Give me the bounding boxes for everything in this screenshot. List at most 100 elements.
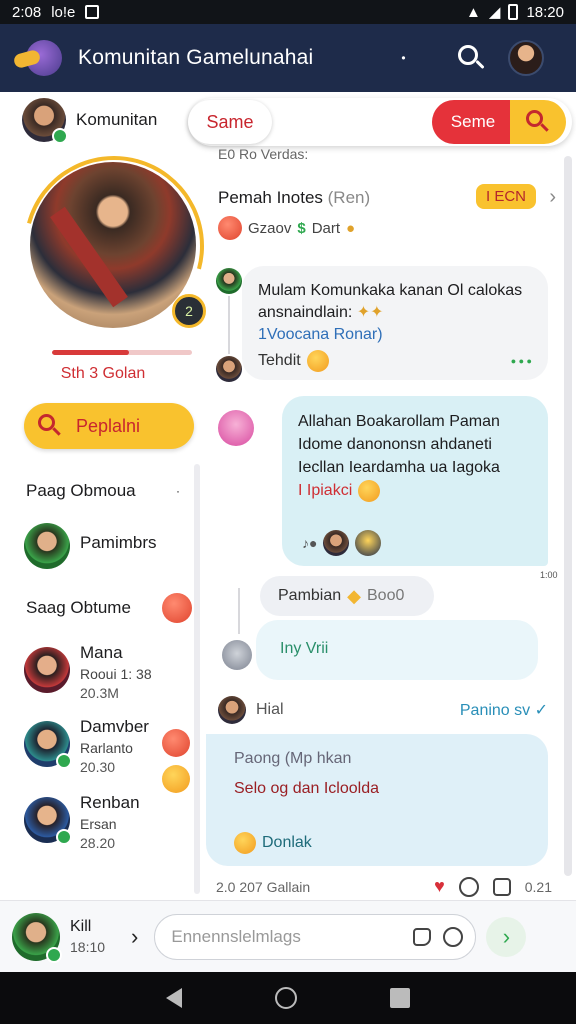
reply-link[interactable]: Panino sv ✓ xyxy=(460,700,548,720)
search-icon xyxy=(38,414,62,438)
section-header: Saag Obtume xyxy=(0,593,206,623)
message-bubble[interactable]: Allahan Boakarollam Paman Idome danonons… xyxy=(282,396,548,566)
avatar xyxy=(24,523,70,569)
message-text: Mulam Komunkaka kanan Ol calokas xyxy=(258,282,523,299)
message-bubble[interactable]: Iny Vrii xyxy=(256,620,538,680)
wifi-icon: ▲ xyxy=(466,3,481,21)
message-bubble[interactable]: Paong (Mp hkan Selo og dan Icloolda Donl… xyxy=(206,734,548,866)
contact-subtitle: Ersan xyxy=(80,816,117,832)
copy-icon[interactable] xyxy=(492,877,511,896)
message-input[interactable]: Ennennslelmlags xyxy=(154,913,477,960)
list-item[interactable]: Damvber Rarlanto 20.30 xyxy=(0,717,206,793)
scrollbar[interactable] xyxy=(564,156,572,876)
hero-avatar xyxy=(30,162,196,328)
contact-time: 20.3M xyxy=(80,685,119,701)
sub-header: E0 Ro Verdas: xyxy=(218,146,309,162)
chevron-right-icon[interactable]: › xyxy=(131,924,138,950)
search-button[interactable]: Peplalni xyxy=(24,403,194,449)
avatar xyxy=(216,356,242,382)
contact-name: Damvber xyxy=(80,717,149,736)
message-text: Paong (Mp hkan xyxy=(234,750,352,767)
smile-emoji-icon xyxy=(162,765,190,793)
status-carrier: lo!e xyxy=(51,3,76,21)
app-logo[interactable] xyxy=(12,36,68,80)
contact-name: Mana xyxy=(80,643,123,662)
reactions[interactable]: ♪● xyxy=(302,530,382,556)
message-text: Idome danononsn ahdaneti xyxy=(298,436,492,453)
message-text: Selo og dan Icloolda xyxy=(234,780,379,797)
avatar xyxy=(222,640,252,670)
contact-name: Pamimbrs xyxy=(80,533,157,552)
diamond-icon: ◆ xyxy=(347,585,361,606)
message-row-header: Hial Panino sv ✓ xyxy=(218,696,548,724)
more-icon[interactable]: · xyxy=(176,484,180,498)
monkey-emoji-icon[interactable] xyxy=(162,593,192,623)
system-nav-bar xyxy=(0,972,576,1024)
meta-label: Dart xyxy=(311,219,341,237)
message-bubble[interactable]: Pambian ◆ Boo0 xyxy=(260,576,434,616)
section-title: Paag Obmoua xyxy=(26,481,136,500)
heart-icon[interactable]: ♥ xyxy=(434,876,445,897)
emoji-icon[interactable] xyxy=(443,926,464,947)
scrollbar[interactable] xyxy=(194,464,200,894)
xp-progress xyxy=(52,350,192,355)
dropdown-caret-icon[interactable]: • xyxy=(401,51,405,65)
list-item[interactable]: Mana Rooui 1: 38 20.3M xyxy=(0,643,206,701)
laugh-emoji-icon xyxy=(358,479,381,502)
level-badge: 2 xyxy=(172,294,206,328)
back-icon[interactable] xyxy=(166,988,183,1008)
filter-bar: Same Seme xyxy=(188,98,572,146)
hero-name: Sth 3 Golan xyxy=(60,365,146,382)
community-name: Komunitan xyxy=(76,110,158,129)
list-item[interactable]: Renban Ersan 28.20 xyxy=(0,793,206,851)
message-text: Pambian xyxy=(278,587,342,604)
timestamp: 2.0 207 Gallain xyxy=(216,878,311,895)
chat-panel: Same Seme E0 Ro Verdas: Pemah Inotes (Re… xyxy=(188,92,576,900)
community-header[interactable]: Komunitan xyxy=(0,92,206,148)
dollar-icon: $ xyxy=(297,219,306,237)
message-time: 1:00 xyxy=(540,570,558,580)
sparkle-icon: ✦✦ xyxy=(356,304,384,321)
angry-emoji-icon xyxy=(162,729,190,757)
avatar xyxy=(22,98,68,144)
app-title: Komunitan Gamelunahai xyxy=(78,46,314,69)
home-icon[interactable] xyxy=(274,987,297,1009)
profile-avatar[interactable] xyxy=(507,40,544,76)
contact-subtitle: Rarlanto xyxy=(80,740,133,756)
search-icon[interactable] xyxy=(456,43,486,73)
reaction-count: 0.21 xyxy=(524,878,552,895)
laugh-emoji-icon xyxy=(234,832,256,854)
avatar xyxy=(216,268,242,294)
composer-time: 18:10 xyxy=(70,938,106,955)
message-text: Iecllan Ieardamha ua Iagoka xyxy=(298,459,500,476)
composer-name: Kill xyxy=(70,917,92,935)
hero-profile[interactable]: 2 xyxy=(0,123,237,369)
search-button[interactable] xyxy=(510,100,566,144)
message-text: 1Voocana Ronar) xyxy=(258,326,383,343)
emoji-icon[interactable] xyxy=(458,876,479,897)
send-button[interactable]: › xyxy=(486,916,527,957)
message-text: ansnaindlain: ✦✦ xyxy=(258,304,384,321)
recent-apps-icon[interactable] xyxy=(389,988,410,1008)
tab-same[interactable]: Same xyxy=(188,100,272,144)
message-text: Donlak xyxy=(262,834,312,851)
tab-seme[interactable]: Seme xyxy=(432,100,514,144)
avatar xyxy=(218,410,254,446)
thread-meta: Gzaov $ Dart ● xyxy=(218,216,554,240)
message-actions: 2.0 207 Gallain ♥ 0.21 xyxy=(216,876,552,897)
thread-line xyxy=(228,296,230,354)
avatar xyxy=(24,797,72,845)
read-receipt-icon: ● ● ● xyxy=(510,356,532,366)
list-item[interactable]: Pamimbrs xyxy=(0,523,206,569)
search-icon xyxy=(526,110,550,134)
left-panel: Komunitan 2 Sth 3 Golan Peplalni Paag Ob… xyxy=(0,92,237,900)
avatar xyxy=(355,530,382,556)
avatar[interactable] xyxy=(12,912,62,963)
thread-card[interactable]: Pemah Inotes (Ren) I ECN › Gzaov $ Dart … xyxy=(218,184,556,240)
status-text: Tehdit xyxy=(258,352,301,369)
notification-icon xyxy=(85,5,100,19)
money-bag-icon: ● xyxy=(346,219,356,237)
sticker-icon[interactable] xyxy=(413,927,432,946)
chevron-right-icon[interactable]: › xyxy=(549,186,556,209)
thread-line xyxy=(238,588,240,634)
